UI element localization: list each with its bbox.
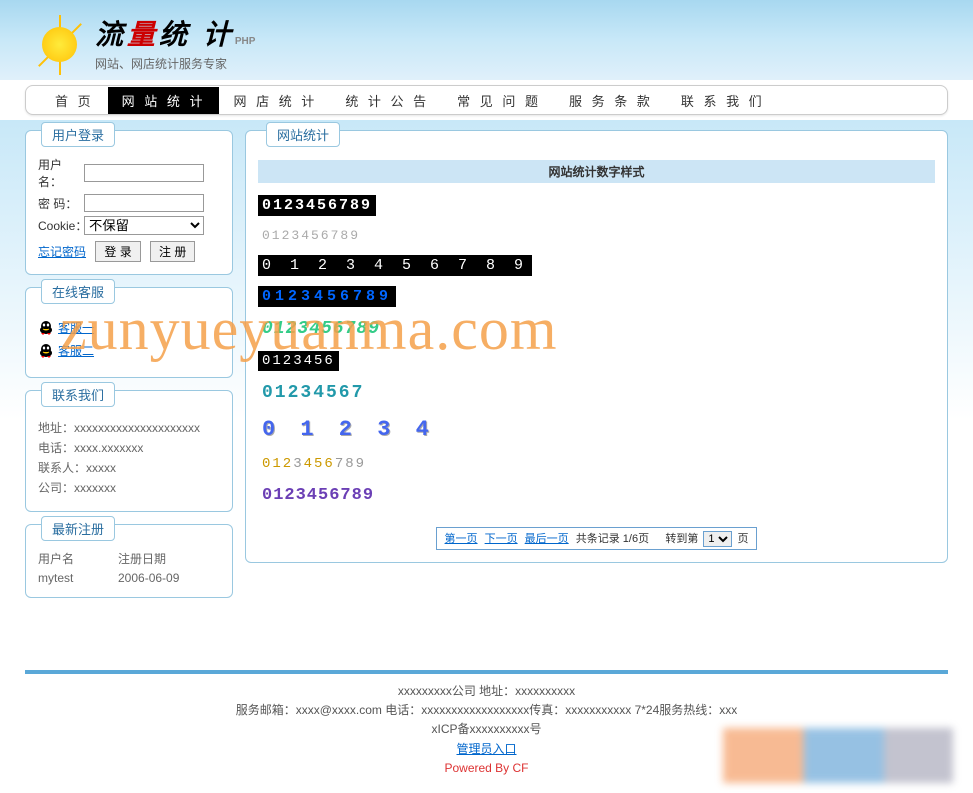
admin-link[interactable]: 管理员入口: [456, 742, 516, 756]
footer-ad-blur: [723, 728, 953, 783]
latest-panel: 最新注册 用户名注册日期 mytest2006-06-09: [25, 524, 233, 598]
header: 流量统 计PHP 网站、网店统计服务专家: [0, 0, 973, 80]
username-input[interactable]: [84, 164, 204, 182]
counter-style-5[interactable]: 0123456789: [258, 317, 384, 341]
register-button[interactable]: 注 册: [150, 241, 195, 262]
qq-icon: [38, 320, 54, 336]
sidebar: 用户登录 用户名： 密 码： Cookie：不保留 忘记密码 登 录 注 册 在…: [25, 130, 233, 610]
tagline: 网站、网店统计服务专家: [95, 55, 953, 72]
counter-style-9[interactable]: 0123456789: [258, 454, 370, 474]
main-title: 网站统计: [266, 122, 340, 147]
pwd-label: 密 码：: [38, 195, 84, 212]
footer-divider: [25, 670, 948, 674]
pager-first[interactable]: 第一页: [445, 533, 478, 545]
pager-last[interactable]: 最后一页: [525, 533, 569, 545]
counter-style-2[interactable]: 0123456789: [258, 226, 364, 245]
login-panel: 用户登录 用户名： 密 码： Cookie：不保留 忘记密码 登 录 注 册: [25, 130, 233, 275]
counter-style-7[interactable]: 01234567: [258, 381, 368, 405]
footer-line2: 服务邮箱：xxxx@xxxx.com 电话：xxxxxxxxxxxxxxxxxx…: [0, 701, 973, 720]
main-panel: 网站统计 网站统计数字样式 0123456789 0123456789 0 1 …: [245, 130, 948, 563]
counter-style-3[interactable]: 0 1 2 3 4 5 6 7 8 9: [258, 255, 532, 276]
contact-person: 联系人：xxxxx: [38, 459, 220, 476]
cookie-select[interactable]: 不保留: [84, 216, 204, 235]
contact-phone: 电话：xxxx.xxxxxxx: [38, 439, 220, 456]
contact-company: 公司：xxxxxxx: [38, 479, 220, 496]
pager-select[interactable]: 1: [703, 531, 732, 547]
nav-announce[interactable]: 统 计 公 告: [331, 87, 443, 114]
nav-home[interactable]: 首 页: [41, 87, 108, 114]
footer: xxxxxxxxx公司 地址：xxxxxxxxxx 服务邮箱：xxxx@xxxx…: [0, 682, 973, 793]
cs-link-1[interactable]: 客服一: [58, 319, 94, 336]
nav-tos[interactable]: 服 务 条 款: [555, 87, 667, 114]
cs-panel: 在线客服 客服一 客服二: [25, 287, 233, 378]
pager-jump-suffix: 页: [737, 533, 748, 545]
latest-title: 最新注册: [41, 516, 115, 541]
logo: 流量统 计PHP: [95, 5, 953, 53]
counter-style-6[interactable]: 0123456: [258, 351, 339, 371]
contact-panel: 联系我们 地址：xxxxxxxxxxxxxxxxxxxxx 电话：xxxx.xx…: [25, 390, 233, 512]
footer-line1: xxxxxxxxx公司 地址：xxxxxxxxxx: [0, 682, 973, 701]
latest-headers: 用户名注册日期: [38, 550, 220, 567]
counter-style-4[interactable]: 0123456789: [258, 286, 396, 307]
pager-next[interactable]: 下一页: [485, 533, 518, 545]
forgot-link[interactable]: 忘记密码: [38, 245, 86, 259]
password-input[interactable]: [84, 194, 204, 212]
user-label: 用户名：: [38, 156, 84, 190]
pager: 第一页 下一页 最后一页 共条记录 1/6页 转到第 1 页: [436, 527, 758, 550]
nav-site-stats[interactable]: 网 站 统 计: [108, 87, 220, 114]
navbar: 首 页 网 站 统 计 网 店 统 计 统 计 公 告 常 见 问 题 服 务 …: [25, 85, 948, 115]
cs-title: 在线客服: [41, 279, 115, 304]
pager-total: 共条记录 1/6页: [576, 533, 649, 545]
sun-icon: [30, 15, 90, 75]
latest-row: mytest2006-06-09: [38, 571, 220, 585]
stats-header: 网站统计数字样式: [258, 160, 935, 183]
nav-shop-stats[interactable]: 网 店 统 计: [219, 87, 331, 114]
login-button[interactable]: 登 录: [95, 241, 140, 262]
counter-style-1[interactable]: 0123456789: [258, 195, 376, 216]
pager-jump-label: 转到第: [665, 533, 698, 545]
nav-faq[interactable]: 常 见 问 题: [443, 87, 555, 114]
contact-title: 联系我们: [41, 382, 115, 407]
counter-style-10[interactable]: 0123456789: [258, 484, 378, 507]
nav-contact[interactable]: 联 系 我 们: [667, 87, 779, 114]
qq-icon: [38, 343, 54, 359]
cs-link-2[interactable]: 客服二: [58, 342, 94, 359]
contact-addr: 地址：xxxxxxxxxxxxxxxxxxxxx: [38, 419, 220, 436]
login-title: 用户登录: [41, 122, 115, 147]
counter-style-8[interactable]: 0 1 2 3 4: [258, 415, 439, 444]
main: 网站统计 网站统计数字样式 0123456789 0123456789 0 1 …: [245, 130, 948, 610]
cookie-label: Cookie：: [38, 217, 84, 234]
